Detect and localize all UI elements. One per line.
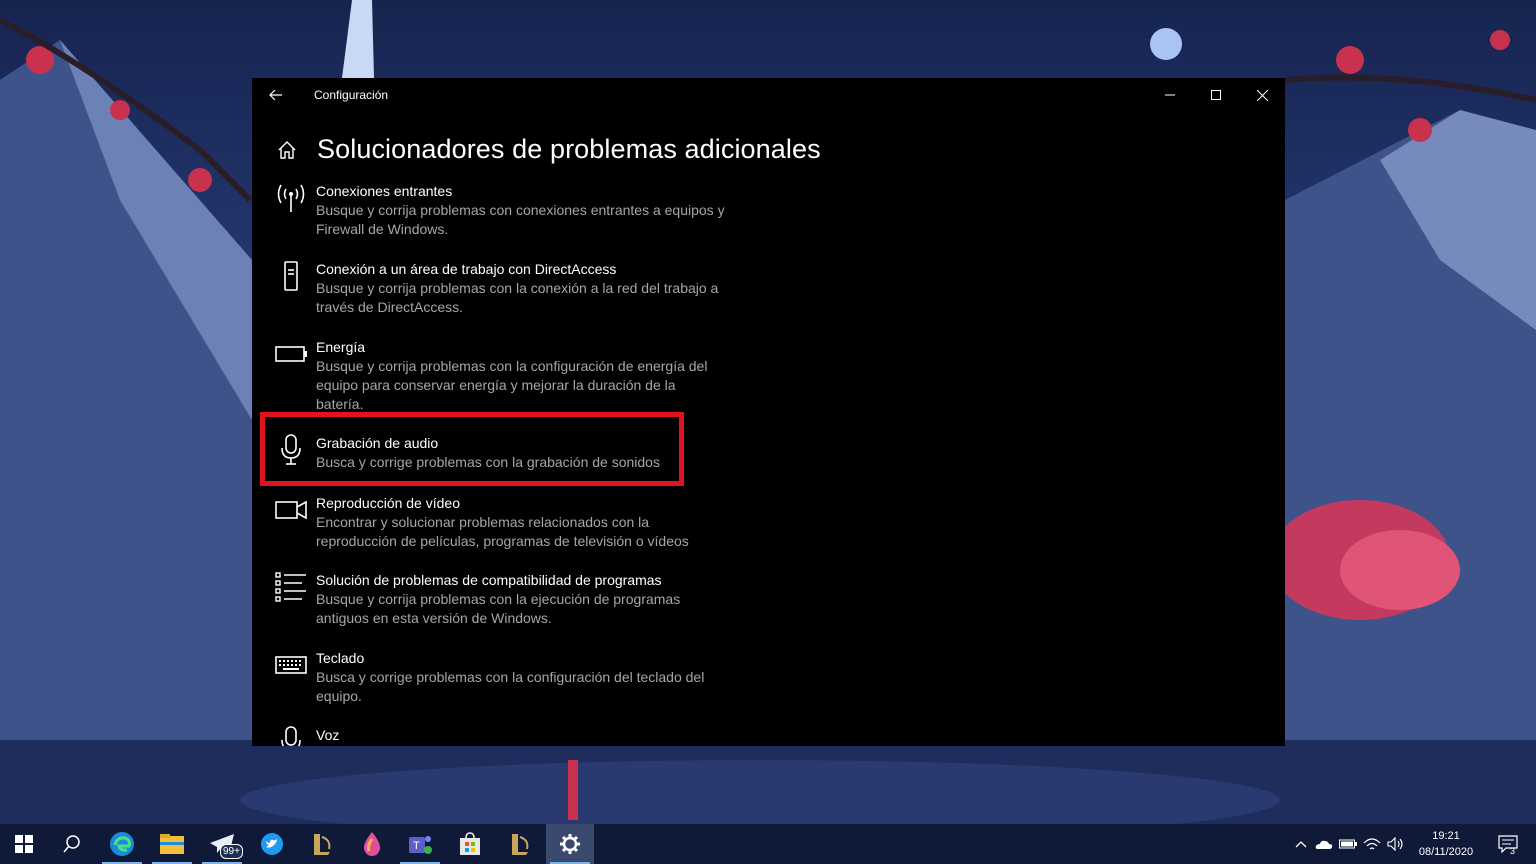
clock[interactable]: 19:21 08/11/2020 bbox=[1408, 828, 1484, 860]
telegram-button[interactable]: 99+ bbox=[198, 824, 246, 864]
item-description: Busque y corrija problemas con conexione… bbox=[316, 202, 725, 237]
start-button[interactable] bbox=[0, 824, 48, 864]
device-icon bbox=[274, 260, 308, 292]
window-title: Configuración bbox=[314, 88, 389, 102]
highlight-annotation bbox=[260, 412, 684, 486]
close-button[interactable] bbox=[1239, 78, 1285, 112]
file-explorer-button[interactable] bbox=[148, 824, 196, 864]
start-icon bbox=[15, 835, 33, 853]
teams-icon: T bbox=[409, 836, 432, 854]
back-arrow-icon bbox=[269, 89, 282, 101]
item-title: Voz bbox=[316, 727, 340, 743]
item-title: Conexión a un área de trabajo con Direct… bbox=[316, 261, 617, 277]
minimize-icon bbox=[1165, 94, 1175, 96]
telegram-badge: 99+ bbox=[220, 844, 243, 859]
settings-icon bbox=[560, 834, 580, 854]
paint-button[interactable] bbox=[348, 824, 396, 864]
antenna-icon bbox=[274, 182, 308, 214]
league-button[interactable] bbox=[298, 824, 346, 864]
minimize-button[interactable] bbox=[1147, 78, 1193, 112]
action-center-button[interactable]: 3 bbox=[1488, 824, 1528, 864]
back-button[interactable] bbox=[262, 84, 290, 106]
item-description: Encontrar y solucionar problemas relacio… bbox=[316, 514, 689, 549]
page-title: Solucionadores de problemas adicionales bbox=[317, 134, 821, 164]
item-title: Energía bbox=[316, 339, 366, 355]
item-description: Busca y corrige problemas con la configu… bbox=[316, 669, 705, 704]
item-title: Conexiones entrantes bbox=[316, 183, 453, 199]
microphone-icon bbox=[274, 726, 308, 746]
lol-icon bbox=[314, 834, 331, 855]
battery-tray-icon[interactable] bbox=[1336, 839, 1360, 849]
wifi-icon[interactable] bbox=[1360, 837, 1384, 851]
video-camera-icon bbox=[274, 494, 308, 526]
league-client-button[interactable] bbox=[496, 824, 544, 864]
maximize-button[interactable] bbox=[1193, 78, 1239, 112]
maximize-icon bbox=[1211, 90, 1221, 100]
home-icon[interactable] bbox=[276, 139, 298, 161]
show-hidden-icons-icon[interactable] bbox=[1290, 840, 1312, 848]
volume-icon[interactable] bbox=[1384, 837, 1408, 851]
edge-button[interactable] bbox=[98, 824, 146, 864]
notification-count: 3 bbox=[1510, 846, 1516, 856]
teams-button[interactable]: T bbox=[396, 824, 444, 864]
system-tray bbox=[1290, 824, 1408, 864]
keyboard-icon bbox=[274, 649, 308, 681]
paint-icon bbox=[363, 832, 381, 856]
close-icon bbox=[1256, 89, 1268, 101]
item-description: Busque y corrija problemas con la config… bbox=[316, 358, 708, 412]
lol-icon bbox=[512, 834, 529, 855]
clock-date: 08/11/2020 bbox=[1418, 846, 1474, 858]
taskbar: 99+ T 19:21 08/11/2020 3 bbox=[0, 824, 1536, 864]
item-description: Busque y corrija problemas con la ejecuc… bbox=[316, 591, 681, 626]
title-bar: Configuración bbox=[252, 78, 1285, 112]
store-icon bbox=[460, 832, 480, 855]
onedrive-icon[interactable] bbox=[1312, 838, 1336, 850]
file-explorer-icon bbox=[160, 834, 184, 854]
twitter-button[interactable] bbox=[248, 824, 296, 864]
search-button[interactable] bbox=[48, 824, 96, 864]
edge-icon bbox=[110, 832, 134, 856]
svg-text:T: T bbox=[413, 840, 420, 852]
twitter-icon bbox=[261, 833, 283, 855]
item-description: Busque y corrija problemas con la conexi… bbox=[316, 280, 719, 315]
store-button[interactable] bbox=[446, 824, 494, 864]
settings-button[interactable] bbox=[546, 824, 594, 864]
item-title: Reproducción de vídeo bbox=[316, 495, 460, 511]
item-title: Teclado bbox=[316, 650, 365, 666]
battery-icon bbox=[274, 338, 308, 370]
page-header: Solucionadores de problemas adicionales bbox=[276, 134, 821, 165]
search-icon bbox=[63, 835, 80, 853]
item-title: Solución de problemas de compatibilidad … bbox=[316, 572, 662, 588]
clock-time: 19:21 bbox=[1432, 830, 1460, 842]
list-icon bbox=[274, 571, 308, 603]
